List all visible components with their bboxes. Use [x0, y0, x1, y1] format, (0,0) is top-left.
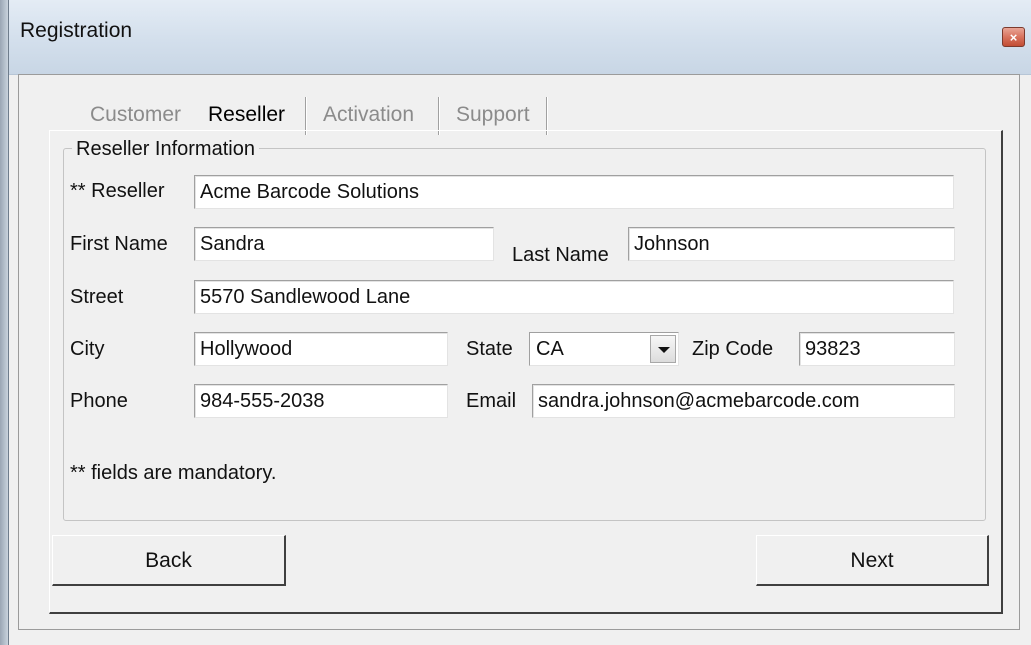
first-name-input[interactable]: [194, 227, 494, 261]
next-button[interactable]: Next: [756, 535, 989, 586]
city-label: City: [70, 338, 105, 360]
dialog-client-area: Customer Reseller Activation Support Res…: [18, 74, 1020, 630]
zip-code-input[interactable]: [799, 332, 955, 366]
background-window-edge: [0, 0, 8, 645]
close-button[interactable]: ×: [1002, 27, 1025, 47]
first-name-label: First Name: [70, 233, 168, 255]
last-name-input[interactable]: [628, 227, 955, 261]
state-selected-value: CA: [536, 338, 564, 360]
phone-label: Phone: [70, 390, 128, 412]
tab-label: Support: [456, 103, 530, 126]
phone-input[interactable]: [194, 384, 448, 418]
tab-activation[interactable]: Activation: [313, 97, 424, 133]
group-title: Reseller Information: [72, 137, 259, 161]
email-input[interactable]: [532, 384, 955, 418]
window-title: Registration: [20, 19, 133, 42]
mandatory-fields-note: ** fields are mandatory.: [70, 462, 277, 484]
reseller-label: ** Reseller: [70, 180, 165, 202]
city-input[interactable]: [194, 332, 448, 366]
back-button-label: Back: [145, 549, 192, 572]
street-input[interactable]: [194, 280, 954, 314]
chevron-down-icon[interactable]: [650, 335, 676, 363]
tab-customer[interactable]: Customer: [80, 97, 191, 133]
back-button[interactable]: Back: [52, 535, 286, 586]
tab-reseller[interactable]: Reseller: [198, 97, 295, 133]
tab-label: Reseller: [208, 103, 286, 126]
state-label: State: [466, 338, 513, 360]
close-icon: ×: [1009, 30, 1018, 45]
last-name-label: Last Name: [512, 244, 609, 266]
zip-code-label: Zip Code: [692, 338, 774, 360]
state-select[interactable]: CA: [529, 332, 679, 366]
reseller-input[interactable]: [194, 175, 954, 209]
tab-label: Customer: [90, 103, 182, 126]
email-label: Email: [466, 390, 517, 412]
tab-support[interactable]: Support: [446, 97, 540, 133]
title-bar[interactable]: Registration ×: [9, 0, 1031, 75]
registration-window: Registration × Customer Reseller Activat…: [8, 0, 1031, 645]
next-button-label: Next: [850, 549, 894, 572]
street-label: Street: [70, 286, 124, 308]
tab-label: Activation: [323, 103, 415, 126]
